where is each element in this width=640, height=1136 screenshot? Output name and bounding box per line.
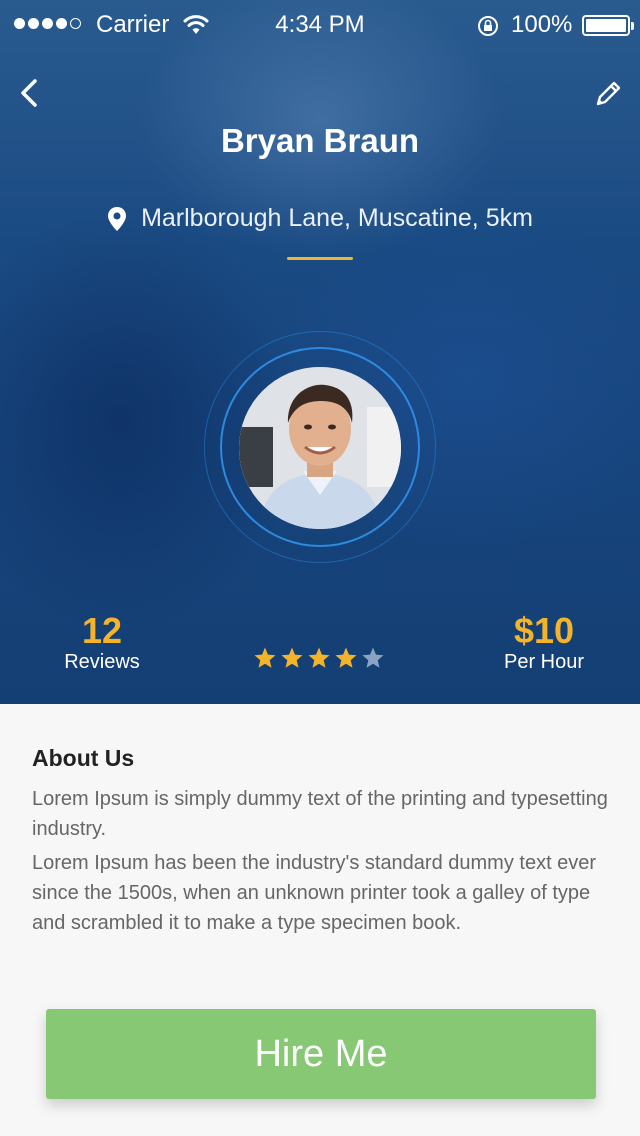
profile-header: Carrier 4:34 PM 100% Bryan Braun Marlbor… <box>0 0 640 704</box>
profile-location: Marlborough Lane, Muscatine, 5km <box>0 204 640 233</box>
about-paragraph-2: Lorem Ipsum has been the industry's stan… <box>32 852 597 934</box>
orientation-lock-icon <box>478 16 498 36</box>
avatar <box>239 367 401 529</box>
about-paragraph-1: Lorem Ipsum is simply dummy text of the … <box>32 788 608 840</box>
star-filled-icon <box>254 647 276 668</box>
battery-icon <box>582 15 634 36</box>
rating-stars <box>253 646 385 670</box>
status-bar: Carrier 4:34 PM 100% <box>0 0 640 50</box>
location-text: Marlborough Lane, Muscatine, 5km <box>141 204 533 232</box>
profile-name: Bryan Braun <box>220 122 420 159</box>
battery-percent: 100% <box>511 11 573 38</box>
hire-me-button[interactable]: Hire Me <box>46 1009 596 1099</box>
reviews-count: 12 <box>81 610 123 651</box>
map-pin-icon <box>108 206 127 231</box>
accent-divider <box>287 257 353 260</box>
star-filled-icon <box>308 647 330 668</box>
star-filled-icon <box>335 647 357 668</box>
star-filled-icon <box>281 647 303 668</box>
star-empty-icon <box>362 647 384 668</box>
reviews-label: Reviews <box>64 651 140 673</box>
price-value: $10 <box>513 610 575 651</box>
back-chevron-icon[interactable] <box>14 76 48 110</box>
pencil-edit-icon[interactable] <box>592 78 624 110</box>
price-label: Per Hour <box>503 651 585 673</box>
about-title: About Us <box>32 745 135 771</box>
